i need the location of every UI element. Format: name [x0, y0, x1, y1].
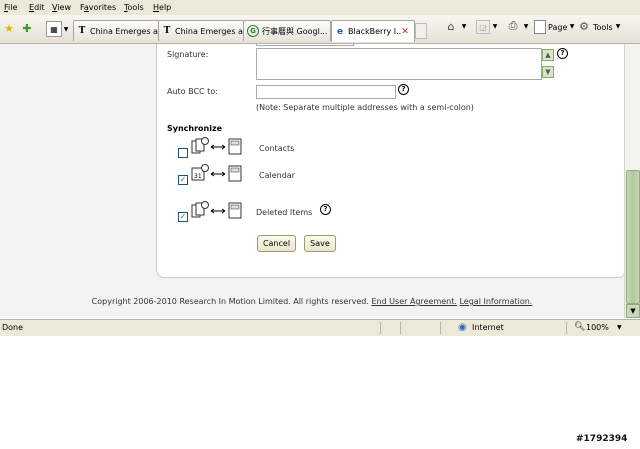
menu-favorites[interactable]: Favorites [80, 3, 116, 12]
synchronize-heading: Synchronize [167, 124, 223, 133]
home-icon[interactable]: ⌂ [444, 19, 458, 33]
status-divider [440, 322, 441, 334]
auto-bcc-help-icon[interactable]: ? [398, 84, 409, 95]
signature-textarea[interactable] [256, 48, 542, 80]
scroll-down-icon[interactable]: ▼ [542, 66, 554, 78]
status-text: Done [2, 323, 24, 332]
menu-help[interactable]: Help [153, 3, 171, 12]
footer: Copyright 2006-2010 Research In Motion L… [0, 297, 624, 306]
nyt-icon: T [78, 26, 86, 36]
page-viewport: Signature: ▲ ▼ ? Auto BCC to: ? (Note: S… [0, 44, 624, 318]
page-dropdown-icon[interactable]: ▼ [568, 21, 576, 31]
tab-google-calendar[interactable]: G 行事曆與 Googl... [243, 20, 331, 41]
new-tab-icon[interactable] [415, 23, 427, 39]
print-icon[interactable]: ⎙ [506, 19, 520, 33]
signature-help-icon[interactable]: ? [557, 48, 568, 59]
previous-field-bottom [256, 44, 354, 46]
menu-tools[interactable]: Tools [124, 3, 144, 12]
feeds-dropdown-icon[interactable]: ▼ [491, 21, 499, 31]
feeds-icon[interactable]: ◲ [476, 20, 490, 34]
print-dropdown-icon[interactable]: ▼ [522, 21, 530, 31]
zoom-dropdown-icon[interactable]: ▼ [617, 324, 622, 331]
tab-bar: ★ ✚ ▦ ▼ T China Emerges a... T China Eme… [0, 15, 640, 44]
add-favorites-icon[interactable]: ✚ [20, 21, 34, 35]
calendar-label: Calendar [259, 171, 295, 180]
menu-file[interactable]: File [4, 3, 17, 12]
tools-dropdown-icon[interactable]: ▼ [614, 21, 622, 31]
scroll-up-icon[interactable]: ▲ [542, 49, 554, 61]
close-tab-icon[interactable]: ✕ [401, 27, 411, 37]
google-calendar-icon: G [247, 25, 259, 37]
tab-china-emerges-1[interactable]: T China Emerges a... [73, 20, 159, 41]
page-menu[interactable]: Page [548, 23, 567, 32]
home-dropdown-icon[interactable]: ▼ [460, 21, 468, 31]
watermark-text: #1792394 [576, 434, 628, 444]
contacts-checkbox[interactable] [178, 148, 188, 158]
blackberry-icon: e [336, 26, 344, 37]
auto-bcc-input[interactable] [256, 85, 396, 99]
menu-view[interactable]: View [52, 3, 71, 12]
deleted-items-sync-icon [191, 201, 245, 219]
quick-tabs-icon[interactable]: ▦ [46, 21, 62, 37]
menu-edit[interactable]: Edit [29, 3, 45, 12]
status-bar: Done ◉ Internet 🔍︎ 100% ▼ [0, 319, 640, 336]
tab-list-dropdown-icon[interactable]: ▼ [62, 23, 70, 35]
page-icon [534, 20, 546, 34]
tab-label: China Emerges a... [175, 26, 243, 36]
favorites-star-icon[interactable]: ★ [2, 21, 16, 35]
save-button[interactable]: Save [304, 235, 336, 252]
zoom-level[interactable]: 100% [586, 323, 609, 332]
zoom-icon[interactable]: 🔍︎ [574, 322, 585, 332]
tab-label: 行事曆與 Googl... [262, 26, 328, 36]
calendar-sync-icon: 31 [191, 164, 245, 182]
status-divider [566, 322, 567, 334]
end-user-agreement-link[interactable]: End User Agreement. [371, 297, 457, 306]
contacts-label: Contacts [259, 144, 295, 153]
status-divider [380, 322, 381, 334]
calendar-checkbox[interactable]: ✓ [178, 175, 188, 185]
svg-text:31: 31 [194, 173, 202, 180]
cancel-button[interactable]: Cancel [257, 235, 296, 252]
scroll-down-arrow-icon[interactable]: ▼ [626, 304, 640, 318]
gear-icon: ⚙ [579, 19, 589, 33]
tab-china-emerges-2[interactable]: T China Emerges a... [158, 20, 244, 41]
signature-label: Signature: [167, 50, 209, 59]
legal-information-link[interactable]: Legal Information. [459, 297, 532, 306]
contacts-sync-icon [191, 137, 245, 155]
deleted-items-help-icon[interactable]: ? [320, 204, 331, 215]
deleted-items-label: Deleted Items [256, 208, 313, 217]
auto-bcc-note: (Note: Separate multiple addresses with … [256, 103, 474, 112]
menu-bar: File Edit View Favorites Tools Help [0, 0, 640, 15]
tools-menu[interactable]: Tools [593, 23, 613, 32]
deleted-items-checkbox[interactable]: ✓ [178, 212, 188, 222]
status-divider [400, 322, 401, 334]
tab-label: China Emerges a... [90, 26, 158, 36]
tab-blackberry[interactable]: e BlackBerry I... ✕ [331, 20, 415, 42]
nyt-icon: T [163, 26, 171, 36]
tab-label: BlackBerry I... [348, 27, 402, 36]
auto-bcc-label: Auto BCC to: [167, 87, 218, 96]
copyright-text: Copyright 2006-2010 Research In Motion L… [91, 297, 369, 306]
vertical-scrollbar[interactable]: ▼ [624, 44, 640, 318]
zone-text: Internet [472, 323, 504, 332]
globe-icon: ◉ [458, 322, 467, 333]
scrollbar-thumb[interactable] [626, 170, 640, 304]
settings-panel: Signature: ▲ ▼ ? Auto BCC to: ? (Note: S… [156, 44, 624, 278]
